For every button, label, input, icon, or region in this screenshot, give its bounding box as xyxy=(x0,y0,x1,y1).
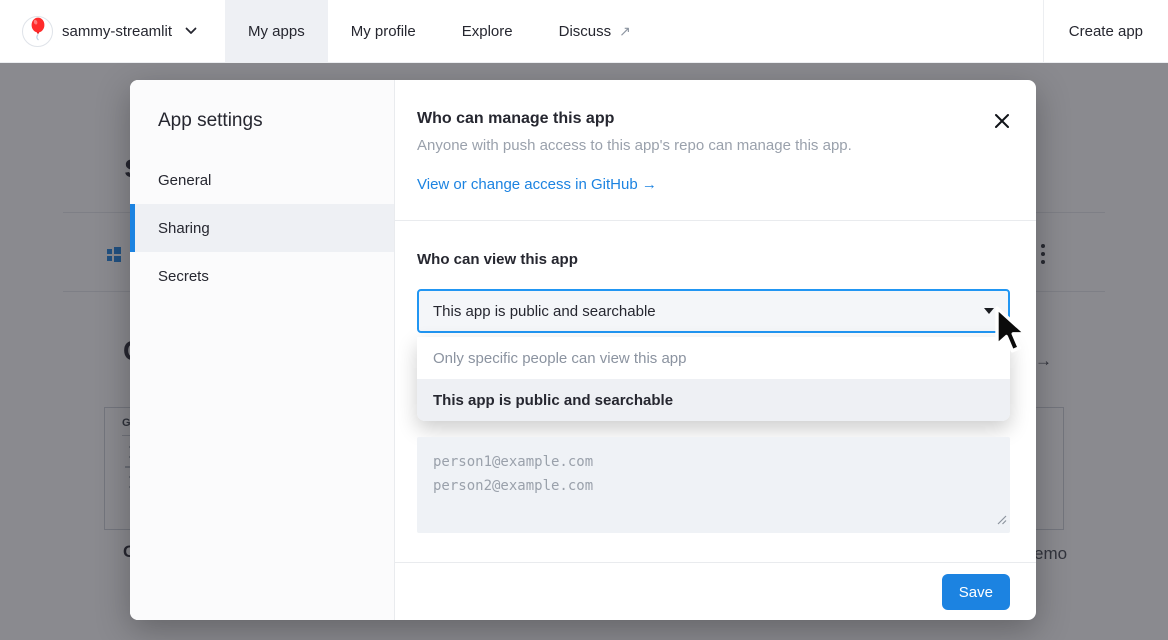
modal-title: App settings xyxy=(130,80,394,133)
manage-section-title: Who can manage this app xyxy=(417,110,614,128)
account-name: sammy-streamlit xyxy=(62,23,172,40)
invite-emails-textarea[interactable] xyxy=(417,437,1010,533)
balloon-icon xyxy=(27,16,49,47)
chevron-down-icon[interactable] xyxy=(185,27,197,35)
account-menu[interactable]: sammy-streamlit xyxy=(0,0,197,62)
sidebar-item-sharing[interactable]: Sharing xyxy=(130,204,394,252)
tab-my-apps[interactable]: My apps xyxy=(225,0,328,62)
tab-explore[interactable]: Explore xyxy=(439,0,536,62)
option-public-searchable[interactable]: This app is public and searchable xyxy=(417,379,1010,421)
option-specific-people[interactable]: Only specific people can view this app xyxy=(417,337,1010,379)
sidebar-item-label: Sharing xyxy=(158,220,210,237)
sidebar-item-general[interactable]: General xyxy=(130,156,394,204)
visibility-dropdown: Only specific people can view this app T… xyxy=(417,337,1010,421)
create-app-button[interactable]: Create app xyxy=(1043,0,1168,62)
divider xyxy=(395,562,1036,563)
tab-label: My profile xyxy=(351,23,416,40)
view-section-title: Who can view this app xyxy=(417,251,578,268)
sidebar-item-label: General xyxy=(158,172,211,189)
resize-handle-icon[interactable] xyxy=(997,512,1007,530)
tab-label: Explore xyxy=(462,23,513,40)
divider xyxy=(395,220,1036,221)
settings-sidebar: App settings General Sharing Secrets xyxy=(130,80,395,620)
workspace-avatar xyxy=(22,16,53,47)
settings-nav: General Sharing Secrets xyxy=(130,156,394,300)
caret-down-icon xyxy=(984,308,994,314)
tab-label: Discuss xyxy=(559,23,612,40)
tab-discuss[interactable]: Discuss ↗ xyxy=(536,0,654,62)
option-label: Only specific people can view this app xyxy=(433,350,686,367)
visibility-select[interactable]: This app is public and searchable xyxy=(417,289,1010,333)
github-access-link[interactable]: View or change access in GitHub → xyxy=(417,176,657,193)
top-nav: sammy-streamlit My apps My profile Explo… xyxy=(0,0,1168,63)
nav-tabs: My apps My profile Explore Discuss ↗ xyxy=(225,0,654,62)
save-button[interactable]: Save xyxy=(942,574,1010,610)
sidebar-item-secrets[interactable]: Secrets xyxy=(130,252,394,300)
tab-label: My apps xyxy=(248,23,305,40)
visibility-select-value: This app is public and searchable xyxy=(433,303,656,320)
external-link-icon: ↗ xyxy=(619,23,631,40)
create-app-label: Create app xyxy=(1069,23,1143,40)
option-label: This app is public and searchable xyxy=(433,392,673,409)
tab-my-profile[interactable]: My profile xyxy=(328,0,439,62)
close-icon[interactable] xyxy=(993,112,1011,130)
sidebar-item-label: Secrets xyxy=(158,268,209,285)
invite-emails-wrap xyxy=(417,437,1010,533)
app-settings-modal: App settings General Sharing Secrets Who… xyxy=(130,80,1036,620)
sharing-panel: Who can manage this app Anyone with push… xyxy=(395,80,1036,620)
manage-section-description: Anyone with push access to this app's re… xyxy=(417,137,852,154)
